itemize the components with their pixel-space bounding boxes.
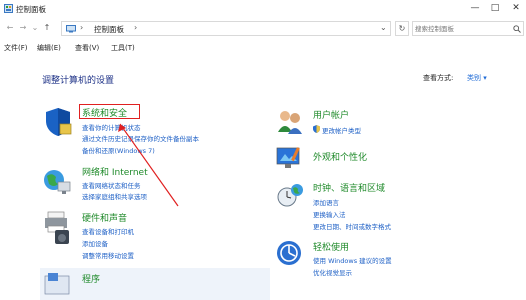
breadcrumb-control-panel[interactable]: 控制面板	[94, 24, 124, 35]
search-icon[interactable]	[513, 25, 521, 33]
link-change-account-type[interactable]: 更改帐户类型	[322, 125, 361, 135]
menu-tools[interactable]: 工具(T)	[111, 43, 135, 53]
link-add-language[interactable]: 添加语言	[313, 197, 339, 207]
up-button[interactable]: ↑	[42, 22, 52, 34]
link-devices-printers[interactable]: 查看设备和打印机	[82, 226, 134, 236]
menu-file[interactable]: 文件(F)	[4, 43, 28, 53]
ease-of-access-icon	[277, 241, 301, 265]
link-windows-recommended-settings[interactable]: 使用 Windows 建议的设置	[313, 255, 392, 265]
address-box[interactable]: › 控制面板 › ⌄	[61, 21, 391, 36]
link-view-computer-status[interactable]: 查看你的计算机状态	[82, 122, 141, 132]
breadcrumb-separator: ›	[80, 23, 84, 32]
search-box	[412, 21, 524, 36]
users-icon	[278, 111, 302, 134]
programs-icon	[44, 273, 70, 295]
link-change-date-time-format[interactable]: 更改日期、时间或数字格式	[313, 221, 391, 231]
link-backup-restore-win7[interactable]: 备份和还原(Windows 7)	[82, 145, 155, 155]
category-clock-language-region[interactable]: 时钟、语言和区域	[313, 181, 385, 194]
main-panel	[0, 58, 526, 300]
recent-locations-button[interactable]: ⌄	[30, 22, 40, 34]
back-button[interactable]: ←	[5, 22, 15, 34]
maximize-button[interactable]: □	[488, 2, 502, 14]
clock-globe-icon	[277, 184, 303, 207]
link-optimize-visual-display[interactable]: 优化视觉显示	[313, 267, 352, 277]
link-change-input-method[interactable]: 更换输入法	[313, 209, 346, 219]
close-button[interactable]: ✕	[509, 2, 523, 14]
search-input[interactable]	[415, 23, 511, 34]
highlight-box	[79, 104, 140, 119]
view-by-label: 查看方式:	[423, 74, 454, 82]
programs-row-background	[40, 268, 270, 300]
title-bar: 控制面板 — □ ✕	[0, 0, 526, 18]
minimize-button[interactable]: —	[468, 2, 482, 14]
globe-network-icon	[44, 170, 71, 194]
view-by-dropdown[interactable]: 类别 ▾	[467, 73, 487, 83]
monitor-brush-icon	[276, 147, 300, 168]
category-programs[interactable]: 程序	[82, 272, 100, 285]
uac-shield-icon	[313, 125, 320, 133]
category-appearance-personalization[interactable]: 外观和个性化	[313, 150, 367, 163]
category-ease-of-access[interactable]: 轻松使用	[313, 240, 349, 253]
page-title: 调整计算机的设置	[42, 76, 115, 86]
address-dropdown-button[interactable]: ⌄	[380, 23, 387, 32]
breadcrumb-separator-2: ›	[134, 23, 138, 32]
menu-bar: 文件(F) 编辑(E) 查看(V) 工具(T)	[0, 42, 526, 54]
printer-speaker-icon	[45, 211, 69, 244]
link-add-device[interactable]: 添加设备	[82, 238, 108, 248]
shield-icon	[46, 108, 72, 136]
control-panel-icon	[4, 4, 13, 13]
category-user-accounts[interactable]: 用户帐户	[313, 108, 349, 121]
category-hardware-sound[interactable]: 硬件和声音	[82, 211, 127, 224]
computer-icon	[66, 25, 76, 33]
link-file-history-backup[interactable]: 通过文件历史记录保存你的文件备份副本	[82, 133, 199, 143]
window-title: 控制面板	[16, 5, 46, 14]
menu-view[interactable]: 查看(V)	[75, 43, 99, 53]
link-mobility-settings[interactable]: 调整常用移动设置	[82, 250, 134, 260]
forward-button[interactable]: →	[18, 22, 28, 34]
link-homegroup-sharing[interactable]: 选择家庭组和共享选项	[82, 191, 147, 201]
link-network-status-tasks[interactable]: 查看网络状态和任务	[82, 180, 141, 190]
category-network-internet[interactable]: 网络和 Internet	[82, 165, 148, 178]
refresh-button[interactable]: ↻	[395, 21, 409, 36]
menu-edit[interactable]: 编辑(E)	[37, 43, 61, 53]
